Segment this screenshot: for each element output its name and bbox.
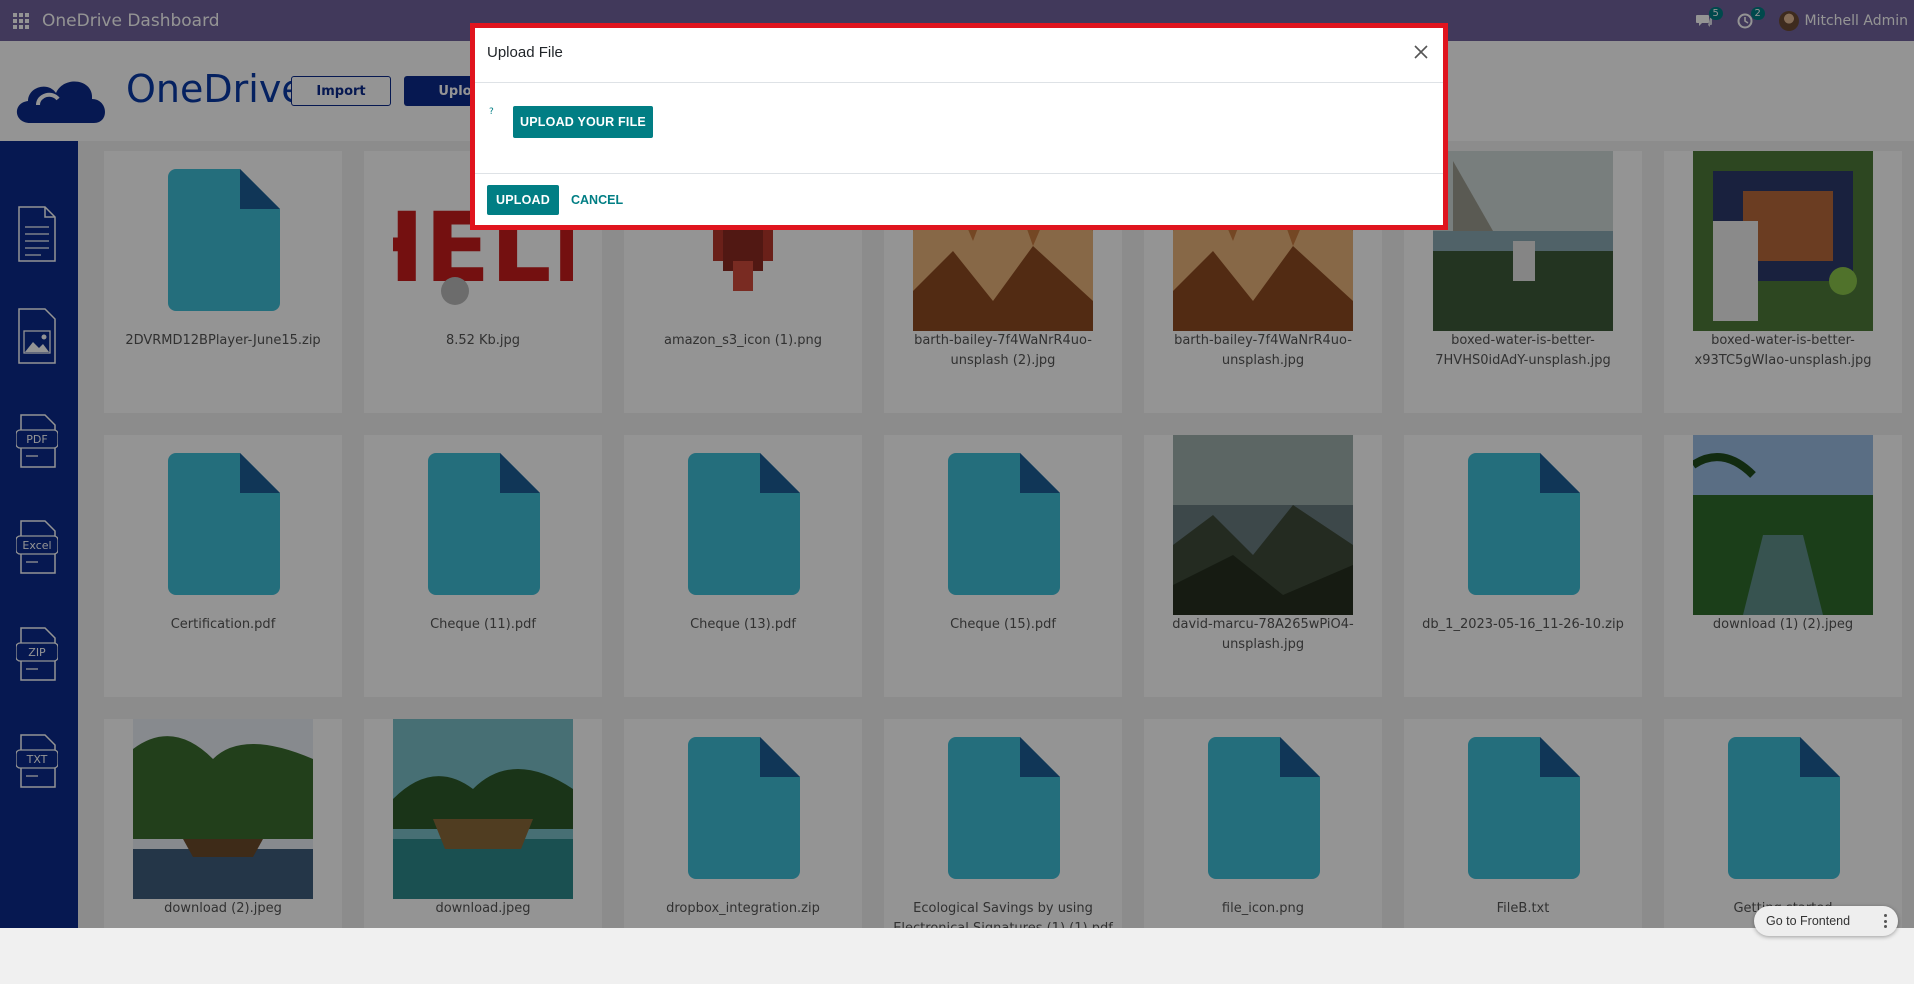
dialog-title: Upload File [487,44,563,61]
upload-your-file-button[interactable]: UPLOAD YOUR FILE [513,106,653,138]
dialog-header: Upload File [475,28,1443,83]
help-tooltip-icon[interactable]: ? [489,107,494,117]
upload-button[interactable]: UPLOAD [487,185,559,215]
dialog-body: ? UPLOAD YOUR FILE [475,84,1443,174]
go-to-frontend-button[interactable]: Go to Frontend [1754,906,1898,936]
dialog-footer: UPLOAD CANCEL [475,175,1443,225]
cancel-button[interactable]: CANCEL [571,185,623,215]
more-options-icon[interactable] [1884,914,1888,928]
upload-file-dialog: Upload File ? UPLOAD YOUR FILE UPLOAD CA… [470,23,1448,230]
go-to-frontend-label: Go to Frontend [1766,914,1851,928]
close-icon[interactable] [1409,40,1433,64]
footer-strip [0,928,1914,984]
